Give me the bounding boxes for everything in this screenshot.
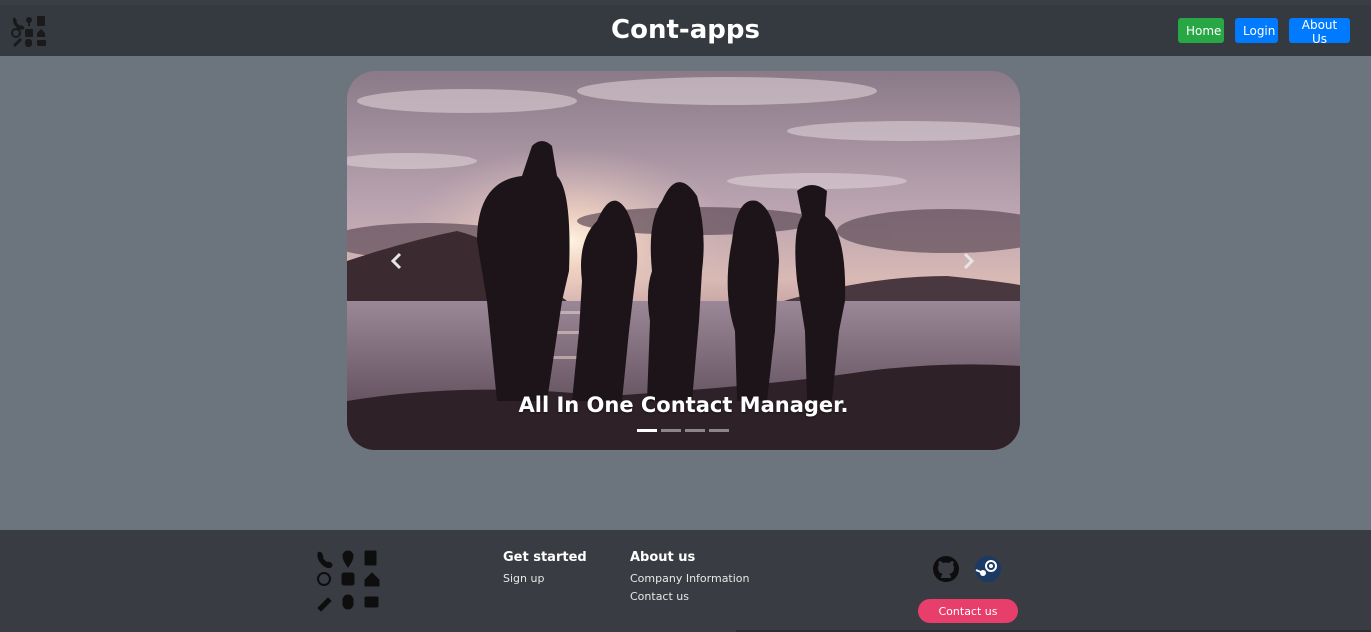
hero-carousel: All In One Contact Manager.	[347, 71, 1020, 450]
carousel-indicator[interactable]	[637, 429, 657, 432]
social-links	[932, 555, 1002, 583]
location-pin-icon	[342, 550, 354, 568]
footer: Get started Sign up About us Company Inf…	[0, 530, 1371, 632]
contact-us-link[interactable]: Contact us	[630, 588, 750, 606]
mouse-icon	[342, 594, 354, 610]
contacts-grid-icon[interactable]	[11, 15, 47, 47]
contact-icons-grid	[317, 550, 380, 612]
link-icon	[317, 597, 332, 612]
target-icon	[317, 572, 331, 586]
steam-icon[interactable]	[974, 555, 1002, 583]
contact-us-button[interactable]: Contact us	[918, 599, 1018, 623]
id-card-icon	[364, 596, 379, 608]
carousel-indicators	[637, 429, 729, 432]
home-icon	[364, 572, 380, 587]
note-icon	[364, 550, 377, 566]
carousel-prev-icon[interactable]	[385, 249, 409, 273]
phone-icon	[317, 551, 333, 569]
sign-up-link[interactable]: Sign up	[503, 570, 587, 588]
carousel-caption: All In One Contact Manager.	[518, 393, 849, 417]
brand-title[interactable]: Cont-apps	[611, 15, 760, 45]
get-started-heading: Get started	[503, 550, 587, 565]
login-button[interactable]: Login	[1235, 18, 1278, 43]
nav-buttons: Home Login About Us	[1178, 18, 1350, 46]
about-us-column: About us Company Information Contact us	[630, 550, 750, 606]
company-information-link[interactable]: Company Information	[630, 570, 750, 588]
carousel-indicator[interactable]	[709, 429, 729, 432]
github-icon[interactable]	[932, 555, 960, 583]
carousel-indicator[interactable]	[661, 429, 681, 432]
about-us-heading: About us	[630, 550, 696, 565]
home-button[interactable]: Home	[1178, 18, 1224, 43]
carousel-next-icon[interactable]	[956, 249, 980, 273]
carousel-indicator[interactable]	[685, 429, 705, 432]
get-started-column: Get started Sign up	[503, 550, 587, 588]
about-us-button[interactable]: About Us	[1289, 18, 1350, 46]
inbox-icon	[341, 572, 355, 586]
navbar: Cont-apps Home Login About Us	[0, 5, 1371, 56]
